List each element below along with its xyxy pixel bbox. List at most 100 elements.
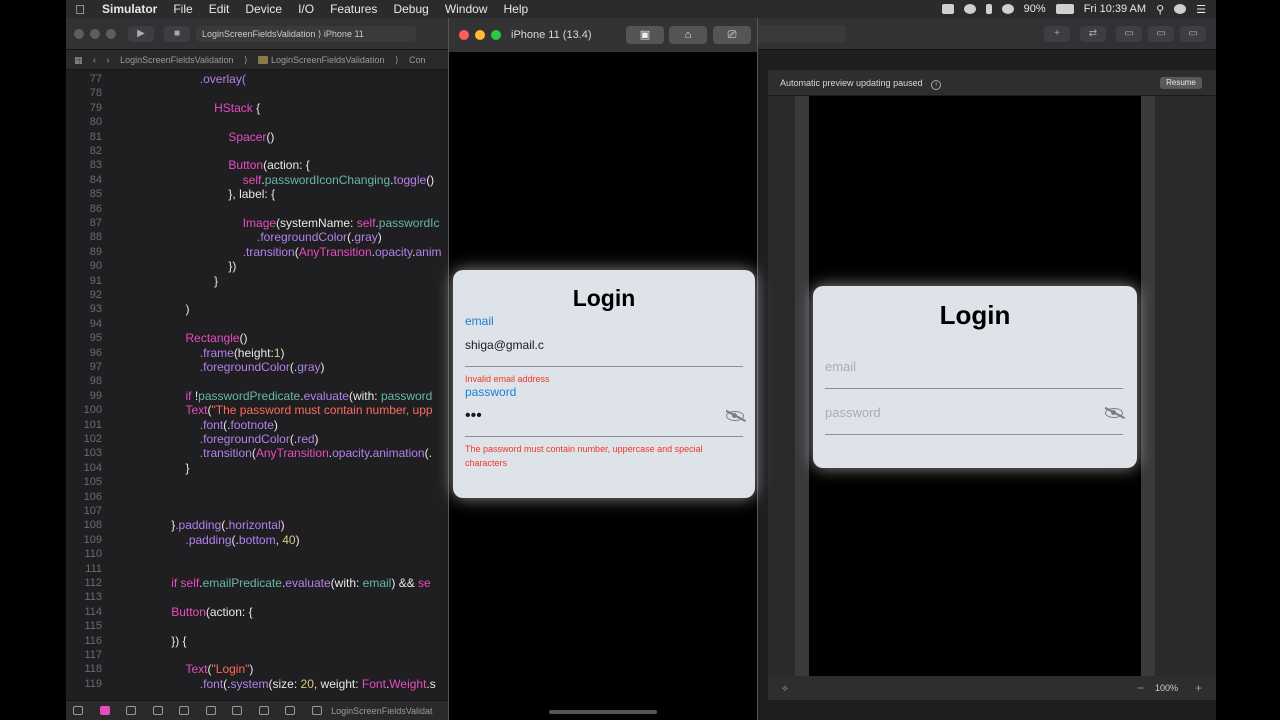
code-review-button[interactable]: ⇄ [1080,26,1106,42]
code-line[interactable]: 111 [66,562,448,576]
code-line[interactable]: 112 if self.emailPredicate.evaluate(with:… [66,576,448,590]
grid-icon[interactable]: ▦ [74,55,83,65]
zoom-out-button[interactable]: − [1137,676,1144,700]
back-icon[interactable]: ‹ [93,55,96,65]
navigator-toggle[interactable]: ▭ [1116,26,1142,42]
home-icon[interactable]: ⌂ [669,26,707,44]
breakpoints-icon[interactable] [99,706,110,715]
pin-icon[interactable]: ⟡ [782,676,788,700]
sync-icon[interactable] [963,4,976,14]
code-line[interactable]: 80 [66,115,448,129]
code-line[interactable]: 113 [66,590,448,604]
eye-slash-icon[interactable] [1105,408,1123,418]
resume-button[interactable]: Resume [1160,77,1202,89]
code-line[interactable]: 106 [66,490,448,504]
code-line[interactable]: 78 [66,86,448,100]
chat-icon[interactable] [941,4,954,14]
scheme-selector[interactable]: LoginScreenFieldsValidation ⟩ iPhone 11 [196,26,416,42]
forward-icon[interactable]: › [107,55,110,65]
code-line[interactable]: 92 [66,288,448,302]
code-line[interactable]: 94 [66,317,448,331]
breadcrumb-file[interactable]: Con [409,55,426,65]
code-line[interactable]: 114 Button(action: { [66,605,448,619]
home-indicator[interactable] [549,710,657,714]
code-line[interactable]: 117 [66,648,448,662]
preview-email-field[interactable]: email [825,359,856,374]
step-out-icon[interactable] [205,706,216,715]
zoom-in-button[interactable]: + [1195,676,1202,700]
code-line[interactable]: 99 if !passwordPredicate.evaluate(with: p… [66,389,448,403]
sim-minimize-button[interactable] [475,30,485,40]
code-line[interactable]: 119 .font(.system(size: 20, weight: Font.… [66,677,448,691]
email-field[interactable]: shiga@gmail.c [465,338,544,352]
code-line[interactable]: 101 .font(.footnote) [66,418,448,432]
step-in-icon[interactable] [179,706,190,715]
inspector-toggle[interactable]: ▭ [1180,26,1206,42]
menu-file[interactable]: File [165,2,200,16]
code-line[interactable]: 115 [66,619,448,633]
info-icon[interactable]: i [931,80,942,90]
menu-debug[interactable]: Debug [385,2,436,16]
pause-icon[interactable] [126,706,137,715]
menu-io[interactable]: I/O [290,2,322,16]
zoom-level[interactable]: 100% [1155,676,1178,700]
code-line[interactable]: 95 Rectangle() [66,331,448,345]
code-editor[interactable]: 77 .overlay(78 79 HStack {80 81 Spacer() 82 83 B… [66,70,448,700]
clock[interactable]: Fri 10:39 AM [1084,3,1146,15]
environment-icon[interactable] [285,706,296,715]
code-line[interactable]: 118 Text("Login") [66,662,448,676]
minimize-button[interactable] [90,29,100,39]
menu-window[interactable]: Window [437,2,496,16]
stop-button[interactable]: ■ [164,26,190,42]
run-button[interactable]: ▶ [128,26,154,42]
menu-features[interactable]: Features [322,2,385,16]
breadcrumb-folder[interactable]: LoginScreenFieldsValidation [271,55,384,65]
code-line[interactable]: 83 Button(action: { [66,158,448,172]
battery-percent[interactable]: 90% [1024,3,1046,15]
code-line[interactable]: 93) [66,302,448,316]
debug-toggle[interactable]: ▭ [1148,26,1174,42]
code-line[interactable]: 102 .foregroundColor(.red) [66,432,448,446]
location-icon[interactable] [311,706,322,715]
menu-device[interactable]: Device [237,2,290,16]
code-line[interactable]: 104} [66,461,448,475]
siri-icon[interactable]: ☰ [1196,3,1206,16]
memory-graph-icon[interactable] [258,706,269,715]
preview-password-field[interactable]: password [825,405,881,420]
sim-zoom-button[interactable] [491,30,501,40]
code-line[interactable]: 91} [66,274,448,288]
code-line[interactable]: 77 .overlay( [66,72,448,86]
code-line[interactable]: 88 .foregroundColor(.gray) [66,230,448,244]
code-line[interactable]: 116}) { [66,634,448,648]
code-line[interactable]: 97 .foregroundColor(.gray) [66,360,448,374]
view-debugger-icon[interactable] [232,706,243,715]
code-line[interactable]: 82 [66,144,448,158]
code-line[interactable]: 85}, label: { [66,187,448,201]
code-line[interactable]: 105 [66,475,448,489]
spotlight-icon[interactable]: ⚲ [1156,3,1164,16]
apple-icon[interactable]:  [66,2,94,17]
menu-simulator[interactable]: Simulator [94,2,165,16]
code-line[interactable]: 108}.padding(.horizontal) [66,518,448,532]
code-line[interactable]: 86 [66,202,448,216]
code-line[interactable]: 79 HStack { [66,101,448,115]
zoom-button[interactable] [106,29,116,39]
menu-help[interactable]: Help [496,2,537,16]
code-line[interactable]: 87 Image(systemName: self.passwordIc [66,216,448,230]
menu-edit[interactable]: Edit [201,2,238,16]
bluetooth-icon[interactable] [985,4,992,14]
code-line[interactable]: 96 .frame(height:1) [66,346,448,360]
code-line[interactable]: 98 [66,374,448,388]
battery-icon[interactable] [1055,4,1074,14]
breadcrumb-project[interactable]: LoginScreenFieldsValidation [120,55,233,65]
rotate-icon[interactable]: ⎚ [713,26,751,44]
code-line[interactable]: 110 [66,547,448,561]
user-icon[interactable] [1174,4,1187,14]
code-line[interactable]: 100 Text("The password must contain numbe… [66,403,448,417]
code-line[interactable]: 90}) [66,259,448,273]
step-over-icon[interactable] [152,706,163,715]
eye-slash-icon[interactable] [726,411,744,421]
library-button[interactable]: + [1044,26,1070,42]
hide-area-icon[interactable] [73,706,83,715]
code-line[interactable]: 107 [66,504,448,518]
